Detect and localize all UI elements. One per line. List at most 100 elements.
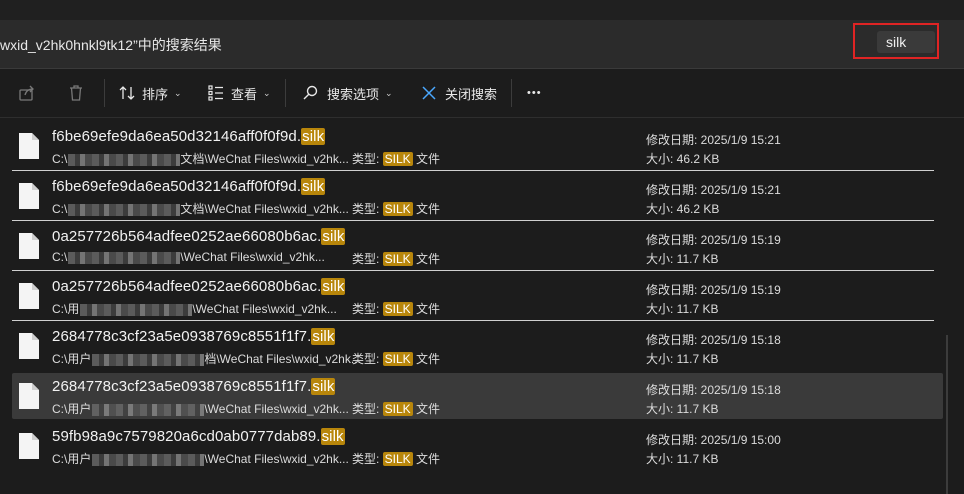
file-size: 大小: 11.7 KB <box>646 352 719 366</box>
file-name-match: silk <box>321 228 346 245</box>
file-icon <box>19 433 39 459</box>
file-path-start: C:\ <box>52 202 68 216</box>
delete-button[interactable] <box>67 69 85 117</box>
search-options-icon <box>303 85 318 100</box>
search-options-button[interactable]: 搜索选项 ⌄ <box>302 69 393 117</box>
file-row[interactable]: 59fb98a9c7579820a6cd0ab0777dab89.silk C:… <box>12 423 943 469</box>
file-path-end: 文档\WeChat Files\wxid_v2hk... <box>180 152 349 166</box>
file-icon <box>19 233 39 259</box>
address-text[interactable]: wxid_v2hk0hnkl9tk12”中的搜索结果 <box>0 35 222 55</box>
file-type-label: 类型: <box>352 352 383 366</box>
file-path: C:\ \WeChat Files\wxid_v2hk... <box>52 250 325 264</box>
file-name-prefix: 0a257726b564adfee0252ae66080b6ac. <box>52 278 322 295</box>
scrollbar-track[interactable] <box>946 335 948 494</box>
file-name-match: silk <box>311 378 336 395</box>
file-name[interactable]: f6be69efe9da6ea50d32146aff0f0f9d.silk <box>52 128 326 145</box>
title-strip <box>0 0 964 20</box>
file-icon <box>19 283 39 309</box>
file-path: C:\ 文档\WeChat Files\wxid_v2hk... <box>52 150 349 167</box>
redacted-block <box>68 153 181 166</box>
file-name-prefix: 0a257726b564adfee0252ae66080b6ac. <box>52 228 322 245</box>
file-date: 修改日期: 2025/1/9 15:21 <box>646 133 781 147</box>
file-row[interactable]: 0a257726b564adfee0252ae66080b6ac.silk C:… <box>12 223 943 269</box>
file-size: 大小: 11.7 KB <box>646 252 719 266</box>
file-path-start: C:\ <box>52 250 68 264</box>
file-path-end: \WeChat Files\wxid_v2hk... <box>204 452 349 466</box>
file-type-suffix: 文件 <box>412 202 441 216</box>
file-path: C:\用 \WeChat Files\wxid_v2hk... <box>52 300 337 317</box>
search-input[interactable]: silk <box>877 31 935 53</box>
file-row[interactable]: 2684778c3cf23a5e0938769c8551f1f7.silk C:… <box>12 323 943 369</box>
file-name[interactable]: 0a257726b564adfee0252ae66080b6ac.silk <box>52 228 346 245</box>
file-size: 大小: 11.7 KB <box>646 302 719 316</box>
chevron-down-icon: ⌄ <box>385 87 393 98</box>
file-type-match: SILK <box>382 452 413 466</box>
file-date: 修改日期: 2025/1/9 15:19 <box>646 283 781 297</box>
file-name-match: silk <box>301 128 326 145</box>
file-name[interactable]: 2684778c3cf23a5e0938769c8551f1f7.silk <box>52 378 336 395</box>
file-type: 类型: SILK 文件 <box>352 300 440 317</box>
file-path-end: 文档\WeChat Files\wxid_v2hk... <box>180 202 349 216</box>
share-button[interactable] <box>18 69 36 117</box>
file-row[interactable]: 0a257726b564adfee0252ae66080b6ac.silk C:… <box>12 273 943 319</box>
row-separator <box>12 320 934 321</box>
redacted-block <box>68 251 181 264</box>
file-size: 大小: 46.2 KB <box>646 202 720 216</box>
view-button[interactable]: 查看 ⌄ <box>207 69 271 117</box>
file-type: 类型: SILK 文件 <box>352 250 440 267</box>
file-date: 修改日期: 2025/1/9 15:19 <box>646 233 781 247</box>
address-bar[interactable]: wxid_v2hk0hnkl9tk12”中的搜索结果 <box>0 20 964 69</box>
file-name[interactable]: f6be69efe9da6ea50d32146aff0f0f9d.silk <box>52 178 326 195</box>
sort-icon <box>119 86 135 100</box>
file-type-label: 类型: <box>352 202 383 216</box>
file-type: 类型: SILK 文件 <box>352 350 440 367</box>
redacted-block <box>92 403 205 416</box>
close-icon <box>422 86 436 100</box>
file-type-match: SILK <box>382 302 413 316</box>
file-row[interactable]: f6be69efe9da6ea50d32146aff0f0f9d.silk C:… <box>12 173 943 219</box>
close-search-label: 关闭搜索 <box>445 86 498 102</box>
file-type-label: 类型: <box>352 302 383 316</box>
file-type-match: SILK <box>382 402 413 416</box>
view-label: 查看 <box>231 86 258 102</box>
file-date: 修改日期: 2025/1/9 15:18 <box>646 383 781 397</box>
file-type-match: SILK <box>382 152 413 166</box>
file-type-label: 类型: <box>352 402 383 416</box>
file-path-start: C:\用户 <box>52 352 92 366</box>
file-name-prefix: 2684778c3cf23a5e0938769c8551f1f7. <box>52 378 312 395</box>
file-name-match: silk <box>301 178 326 195</box>
sort-label: 排序 <box>142 86 169 102</box>
file-name[interactable]: 59fb98a9c7579820a6cd0ab0777dab89.silk <box>52 428 345 445</box>
delete-icon <box>70 85 82 101</box>
file-path: C:\用户 档\WeChat Files\wxid_v2hk... <box>52 350 361 367</box>
file-size: 大小: 11.7 KB <box>646 402 719 416</box>
file-row[interactable]: f6be69efe9da6ea50d32146aff0f0f9d.silk C:… <box>12 123 943 169</box>
file-path-start: C:\ <box>52 152 68 166</box>
file-size: 大小: 46.2 KB <box>646 152 720 166</box>
file-type: 类型: SILK 文件 <box>352 200 440 217</box>
file-path-start: C:\用户 <box>52 452 92 466</box>
file-type-suffix: 文件 <box>412 302 441 316</box>
file-type-suffix: 文件 <box>412 252 441 266</box>
file-path: C:\ 文档\WeChat Files\wxid_v2hk... <box>52 200 349 217</box>
file-name[interactable]: 0a257726b564adfee0252ae66080b6ac.silk <box>52 278 346 295</box>
toolbar-separator <box>511 79 512 107</box>
file-icon <box>19 133 39 159</box>
redacted-block <box>68 203 181 216</box>
file-name[interactable]: 2684778c3cf23a5e0938769c8551f1f7.silk <box>52 328 336 345</box>
file-icon <box>19 383 39 409</box>
file-date: 修改日期: 2025/1/9 15:21 <box>646 183 781 197</box>
file-row[interactable]: 2684778c3cf23a5e0938769c8551f1f7.silk C:… <box>12 373 943 419</box>
file-name-prefix: 2684778c3cf23a5e0938769c8551f1f7. <box>52 328 312 345</box>
sort-button[interactable]: 排序 ⌄ <box>118 69 182 117</box>
file-name-prefix: f6be69efe9da6ea50d32146aff0f0f9d. <box>52 178 302 195</box>
file-type: 类型: SILK 文件 <box>352 400 440 417</box>
more-options-button[interactable]: ••• <box>527 69 542 117</box>
file-type-suffix: 文件 <box>412 402 441 416</box>
file-name-prefix: f6be69efe9da6ea50d32146aff0f0f9d. <box>52 128 302 145</box>
close-search-button[interactable]: 关闭搜索 <box>420 69 497 117</box>
file-type-label: 类型: <box>352 252 383 266</box>
view-icon <box>208 85 223 101</box>
file-type-suffix: 文件 <box>412 452 441 466</box>
file-type-match: SILK <box>382 252 413 266</box>
